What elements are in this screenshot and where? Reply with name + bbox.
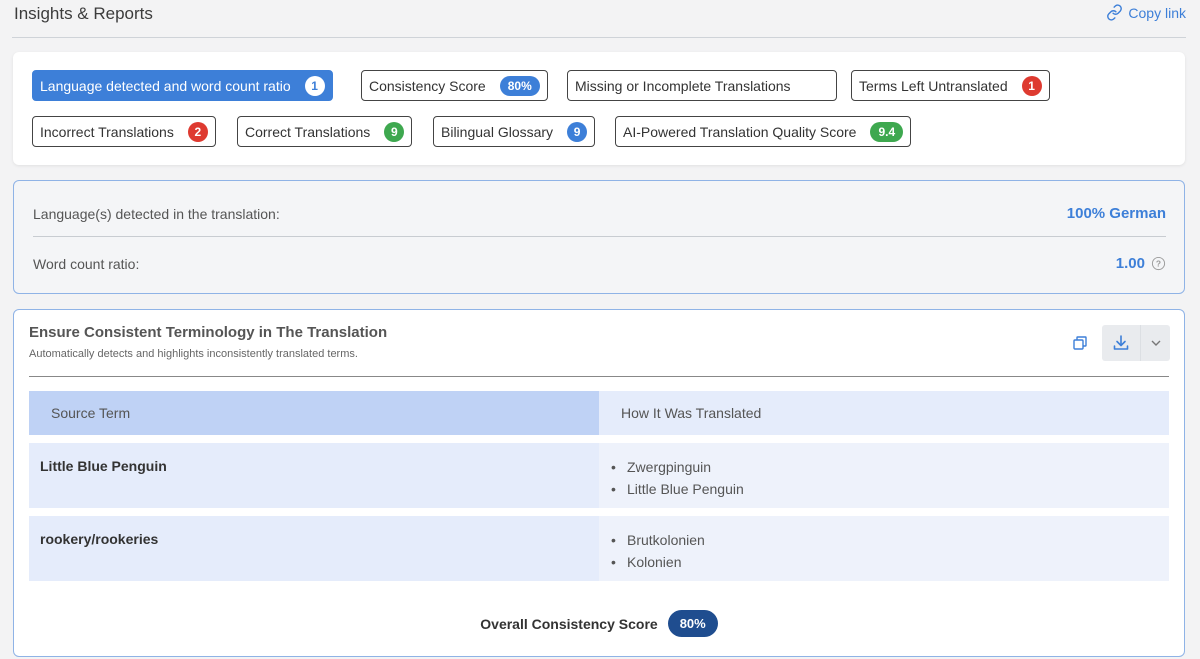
divider	[33, 236, 1166, 237]
page-title: Insights & Reports	[14, 4, 153, 23]
tab-label: Incorrect Translations	[40, 123, 174, 140]
chevron-down-icon	[1151, 340, 1160, 346]
download-button-group	[1102, 325, 1170, 361]
tab-label: Bilingual Glossary	[441, 123, 554, 140]
link-icon	[1107, 4, 1123, 21]
detected-language-text: 100% German	[1066, 205, 1166, 222]
count-badge: 1	[1021, 75, 1042, 96]
tab-consistency-score[interactable]: Consistency Score 80%	[361, 70, 548, 101]
tab-label: Correct Translations	[245, 123, 371, 140]
tab-label: Missing or Incomplete Translations	[575, 77, 791, 94]
table-header: Source Term How It Was Translated	[29, 391, 1169, 435]
tab-label: Consistency Score	[369, 77, 486, 94]
overall-consistency: Overall Consistency Score 80%	[14, 610, 1184, 637]
score-badge: 9.4	[870, 121, 904, 142]
translation-list: Brutkolonien Kolonien	[599, 516, 1169, 581]
source-term: Little Blue Penguin	[29, 443, 599, 508]
tab-terms-untranslated[interactable]: Terms Left Untranslated 1	[851, 70, 1050, 101]
tab-label: Terms Left Untranslated	[859, 77, 1008, 94]
count-badge: 2	[187, 121, 208, 142]
report-tabs-card: Language detected and word count ratio 1…	[13, 52, 1185, 165]
help-icon[interactable]: ?	[1151, 256, 1166, 271]
translation-list: Zwergpinguin Little Blue Penguin	[599, 443, 1169, 508]
download-button[interactable]	[1102, 325, 1140, 361]
tab-language-detected[interactable]: Language detected and word count ratio 1	[32, 70, 333, 101]
translation-item: Brutkolonien	[611, 529, 1169, 551]
column-header-translation: How It Was Translated	[599, 391, 1169, 435]
word-count-ratio-value: 1.00 ?	[1116, 255, 1166, 272]
language-detection-card: Language(s) detected in the translation:…	[13, 180, 1185, 294]
tab-label: Language detected and word count ratio	[40, 77, 291, 94]
word-count-ratio-text: 1.00	[1115, 255, 1145, 272]
column-header-source: Source Term	[29, 391, 599, 435]
translation-item: Kolonien	[611, 551, 1169, 573]
count-badge: 9	[567, 121, 588, 142]
tab-bilingual-glossary[interactable]: Bilingual Glossary 9	[433, 116, 596, 147]
detected-language-value: 100% German	[1067, 205, 1166, 222]
translation-item: Zwergpinguin	[611, 456, 1169, 478]
copy-link-label: Copy link	[1128, 4, 1186, 21]
page-header: Insights & Reports Copy link	[12, 0, 1186, 38]
consistency-table: Source Term How It Was Translated Little…	[29, 391, 1169, 581]
tab-missing-translations[interactable]: Missing or Incomplete Translations	[567, 70, 837, 101]
tab-incorrect-translations[interactable]: Incorrect Translations 2	[32, 116, 216, 147]
card-subtitle: Automatically detects and highlights inc…	[29, 348, 358, 360]
translation-item: Little Blue Penguin	[611, 478, 1169, 500]
card-title: Ensure Consistent Terminology in The Tra…	[29, 324, 388, 341]
table-row: rookery/rookeries Brutkolonien Kolonien	[29, 516, 1169, 581]
tab-ai-quality-score[interactable]: AI-Powered Translation Quality Score 9.4	[615, 116, 912, 147]
consistency-card: Ensure Consistent Terminology in The Tra…	[13, 309, 1185, 657]
table-row: Little Blue Penguin Zwergpinguin Little …	[29, 443, 1169, 508]
copy-icon[interactable]	[1071, 334, 1089, 352]
overall-score-badge: 80%	[667, 610, 718, 637]
copy-link-button[interactable]: Copy link	[1106, 4, 1186, 21]
source-term: rookery/rookeries	[29, 516, 599, 581]
overall-score-label: Overall Consistency Score	[480, 615, 658, 632]
tab-correct-translations[interactable]: Correct Translations 9	[237, 116, 413, 147]
divider	[29, 376, 1169, 377]
download-icon	[1113, 335, 1129, 350]
word-count-ratio-label: Word count ratio:	[33, 256, 140, 272]
count-badge: 9	[384, 121, 405, 142]
download-options-dropdown[interactable]	[1140, 325, 1170, 361]
tab-label: AI-Powered Translation Quality Score	[623, 123, 857, 140]
score-badge: 80%	[499, 75, 540, 96]
count-badge: 1	[304, 75, 325, 96]
svg-text:?: ?	[1156, 259, 1161, 269]
detected-language-label: Language(s) detected in the translation:	[33, 206, 280, 222]
